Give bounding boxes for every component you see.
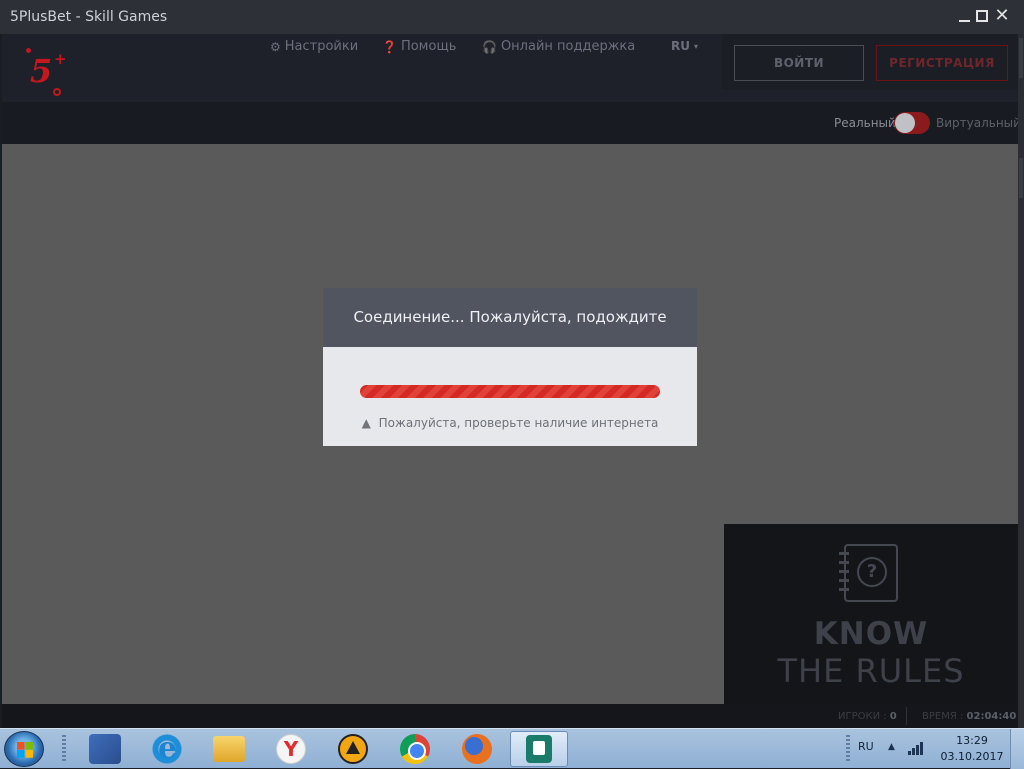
tray-language[interactable]: RU [858, 740, 874, 753]
connecting-dialog: Соединение... Пожалуйста, подождите ▲ По… [323, 288, 697, 446]
logo-ring [53, 88, 61, 96]
players-count: ИГРОКИ : 0 [838, 711, 897, 722]
close-button[interactable]: ✕ [994, 5, 1010, 26]
question-circle-icon: ❓ [382, 39, 397, 54]
maximize-icon [976, 10, 988, 22]
taskbar-grip [62, 735, 66, 763]
auth-zone: ВОЙТИ РЕГИСТРАЦИЯ [722, 34, 1018, 90]
internet-warning: ▲ Пожалуйста, проверьте наличие интернет… [323, 416, 697, 430]
nav-support-label: Онлайн поддержка [500, 39, 636, 54]
login-button[interactable]: ВОЙТИ [734, 45, 864, 81]
show-hidden-icons-icon[interactable]: ▲ [888, 742, 895, 752]
question-mark-icon: ? [857, 557, 887, 587]
nav-help-label: Помощь [400, 39, 457, 54]
mode-virtual-label[interactable]: Виртуальный [936, 116, 1021, 130]
warning-text: Пожалуйста, проверьте наличие интернета [378, 416, 659, 430]
rules-title-line2: THE RULES [777, 652, 965, 690]
time-value: 02:04:40 [966, 711, 1017, 722]
minimize-icon [958, 20, 970, 22]
5plusbet-app-icon [526, 735, 552, 763]
status-footer: ИГРОКИ : 0 ВРЕМЯ : 02:04:40 [2, 704, 1018, 728]
session-time: ВРЕМЯ : 02:04:40 [922, 711, 1016, 722]
language-selector[interactable]: RU ▾ [671, 39, 698, 53]
maximize-button[interactable] [974, 8, 990, 24]
network-signal-icon[interactable] [908, 741, 926, 755]
language-value: RU [671, 39, 690, 53]
know-the-rules-panel[interactable]: ? KNOW THE RULES [724, 524, 1018, 704]
mode-bar: Реальный Виртуальный [2, 102, 1021, 144]
warning-icon: ▲ [361, 416, 371, 430]
windows-logo-icon [17, 742, 33, 758]
taskbar-chrome[interactable] [386, 731, 444, 767]
chevron-down-icon: ▾ [693, 41, 698, 51]
tray-clock[interactable]: 13:29 03.10.2017 [936, 733, 1008, 765]
chrome-icon [400, 734, 430, 764]
taskbar-internet-explorer[interactable] [138, 731, 196, 767]
time-label: ВРЕМЯ : [922, 711, 964, 722]
clock-date: 03.10.2017 [940, 750, 1004, 763]
taskbar-firefox[interactable] [448, 731, 506, 767]
taskbar-file-explorer[interactable] [200, 731, 258, 767]
scroll-segment [1019, 38, 1023, 78]
folder-icon [213, 736, 245, 762]
toggle-knob [895, 113, 915, 133]
logo-plus: + [54, 50, 67, 68]
nav-settings[interactable]: ⚙ Настройки [270, 39, 358, 54]
minimize-button[interactable] [956, 8, 972, 24]
firefox-icon [462, 734, 492, 764]
register-button[interactable]: РЕГИСТРАЦИЯ [876, 45, 1008, 81]
yandex-browser-icon: Y [276, 734, 306, 764]
nav-online-support[interactable]: 🎧 Онлайн поддержка [482, 39, 635, 54]
footer-divider [906, 707, 907, 725]
gear-icon: ⚙ [270, 39, 281, 54]
mode-real-label[interactable]: Реальный [834, 116, 896, 130]
dialog-body: ▲ Пожалуйста, проверьте наличие интернет… [323, 347, 697, 446]
close-icon: ✕ [994, 5, 1010, 26]
user-manager-icon [89, 734, 121, 764]
show-desktop-button[interactable] [1010, 729, 1024, 769]
window-title-bar[interactable]: 5PlusBet - Skill Games ✕ [0, 0, 1024, 34]
clock-time: 13:29 [956, 734, 988, 747]
headset-icon: 🎧 [482, 39, 497, 54]
dialog-title: Соединение... Пожалуйста, подождите [323, 288, 697, 347]
rulebook-icon: ? [839, 544, 898, 602]
internet-explorer-icon [152, 731, 182, 766]
players-value: 0 [889, 711, 897, 722]
connection-progress-bar [360, 385, 660, 398]
rules-title-line1: KNOW [813, 616, 929, 652]
app-header: 5 + ⚙ Настройки ❓ Помощь 🎧 Онлайн поддер… [2, 34, 1018, 102]
taskbar-yandex-browser[interactable]: Y [262, 731, 320, 767]
taskbar-5plusbet-app[interactable] [510, 731, 568, 767]
mode-toggle[interactable] [894, 112, 930, 134]
players-label: ИГРОКИ : [838, 711, 887, 722]
right-edge-scrollbar[interactable] [1018, 34, 1024, 728]
windows-taskbar: Y RU ▲ 13:29 03.10.2017 [0, 728, 1024, 769]
tray-grip [846, 735, 850, 763]
aimp-icon [338, 734, 368, 764]
taskbar-user-manager[interactable] [76, 731, 134, 767]
5plusbet-logo[interactable]: 5 + [26, 44, 70, 98]
start-button[interactable] [4, 731, 44, 767]
nav-help[interactable]: ❓ Помощь [382, 39, 456, 54]
nav-settings-label: Настройки [284, 39, 359, 54]
logo-five: 5 [30, 52, 53, 90]
window-title: 5PlusBet - Skill Games [10, 9, 168, 25]
scroll-segment [1019, 158, 1023, 198]
taskbar-aimp[interactable] [324, 731, 382, 767]
notebook-rings [839, 552, 849, 596]
